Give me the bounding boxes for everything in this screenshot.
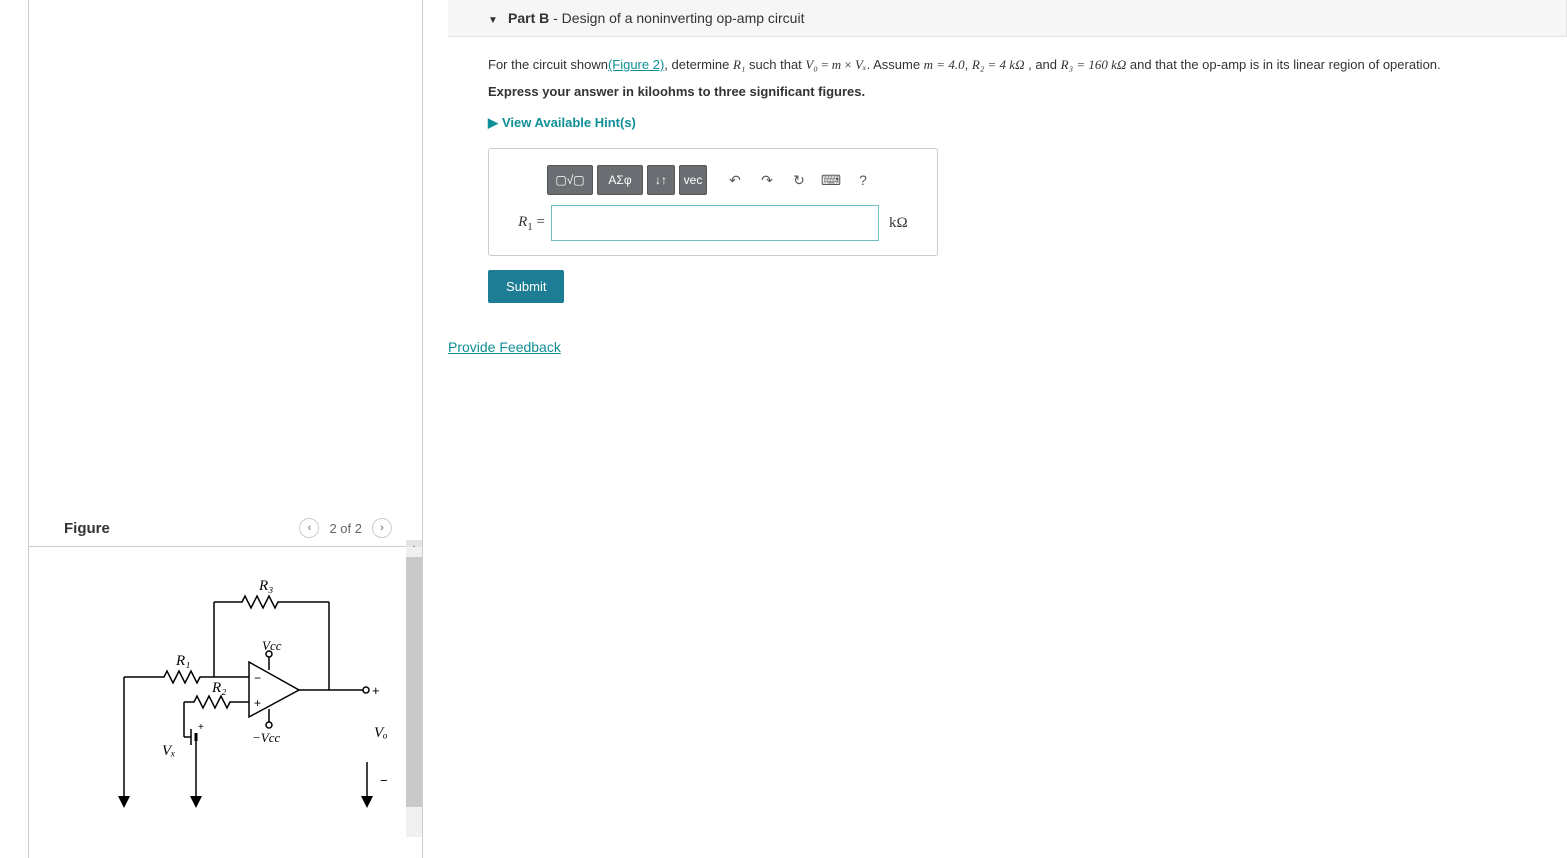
q-sep1: , [965,57,972,72]
figure-scrollbar[interactable] [406,547,422,837]
svg-text:+: + [254,696,261,710]
q-sep2: , and [1024,57,1060,72]
left-panel: Figure ‹ 2 of 2 › ▴ R₃ [28,0,423,858]
figure-body: ▴ R₃ R₁ [29,547,422,837]
subsup-button[interactable]: ↓↑ [647,165,675,195]
figure-page-label: 2 of 2 [329,521,362,536]
figure-link[interactable]: (Figure 2) [608,57,664,72]
q-after: , determine [664,57,733,72]
keyboard-button[interactable]: ⌨ [817,165,845,195]
circuit-label-R2: R₂ [211,680,226,696]
answer-unit: kΩ [879,211,919,235]
part-header[interactable]: ▼ Part B - Design of a noninverting op-a… [448,0,1567,37]
q-tail: and that the op-amp is in its linear reg… [1126,57,1440,72]
q-rhs1: m [832,57,841,72]
svg-text:+: + [372,683,380,698]
submit-button[interactable]: Submit [488,270,564,303]
express-instruction: Express your answer in kiloohms to three… [488,82,1527,103]
q-prefix: For the circuit shown [488,57,608,72]
svg-text:−: − [254,671,261,685]
part-title: Part B - Design of a noninverting op-amp… [508,10,804,26]
greek-button[interactable]: ΑΣφ [597,165,643,195]
q-var: R₁ [733,57,745,72]
templates-button[interactable]: ▢√▢ [547,165,593,195]
reset-button[interactable]: ↻ [785,165,813,195]
vec-button[interactable]: vec [679,165,707,195]
figure-next-button[interactable]: › [372,518,392,538]
redo-button[interactable]: ↷ [753,165,781,195]
undo-button[interactable]: ↶ [721,165,749,195]
circuit-label-R3: R₃ [258,578,273,594]
hints-toggle[interactable]: ▶ View Available Hint(s) [488,113,636,134]
q-mval: m = 4.0 [924,57,965,72]
answer-row: R1 = kΩ [499,205,927,241]
part-label: Part B [508,10,549,26]
answer-label: R1 = [507,210,551,237]
answer-input[interactable] [551,205,879,241]
collapse-icon: ▼ [488,15,498,26]
circuit-label-nVcc: −Vcc [252,730,280,745]
caret-right-icon: ▶ [488,113,498,134]
question-text: For the circuit shown(Figure 2), determi… [488,55,1527,76]
figure-header: Figure ‹ 2 of 2 › [29,510,422,547]
q-r3val: R₃ = 160 kΩ [1061,57,1127,72]
circuit-label-Vx: Vₓ [162,743,175,759]
circuit-label-Vo: Vₒ [374,725,387,741]
circuit-diagram: R₃ R₁ R₂ + [84,562,404,812]
svg-text:+: + [198,722,204,733]
hints-label: View Available Hint(s) [502,113,636,134]
circuit-label-Vcc: Vcc [262,638,282,653]
q-times: × [841,57,855,72]
q-r2val: R₂ = 4 kΩ [972,57,1025,72]
svg-text:−: − [380,773,388,788]
circuit-label-R1: R₁ [175,653,190,669]
provide-feedback-link[interactable]: Provide Feedback [448,339,561,355]
figure-prev-button[interactable]: ‹ [299,518,319,538]
part-title-rest: - Design of a noninverting op-amp circui… [549,10,804,26]
q-rhs2: Vₓ [855,57,867,72]
question-body: For the circuit shown(Figure 2), determi… [423,37,1567,303]
q-lhs: V₀ [805,57,817,72]
right-panel: ▼ Part B - Design of a noninverting op-a… [423,0,1567,858]
help-button[interactable]: ? [849,165,877,195]
figure-title: Figure [64,520,110,537]
equation-toolbar: ▢√▢ ΑΣφ ↓↑ vec ↶ ↷ ↻ ⌨ ? [547,165,927,195]
q-assume: . Assume [867,57,924,72]
figure-section: Figure ‹ 2 of 2 › ▴ R₃ [29,510,422,837]
q-mid: = [818,57,832,72]
answer-box: ▢√▢ ΑΣφ ↓↑ vec ↶ ↷ ↻ ⌨ ? R1 = kΩ [488,148,938,256]
figure-nav: ‹ 2 of 2 › [299,518,392,538]
q-such: such that [745,57,805,72]
figure-scroll-thumb[interactable] [406,557,422,807]
